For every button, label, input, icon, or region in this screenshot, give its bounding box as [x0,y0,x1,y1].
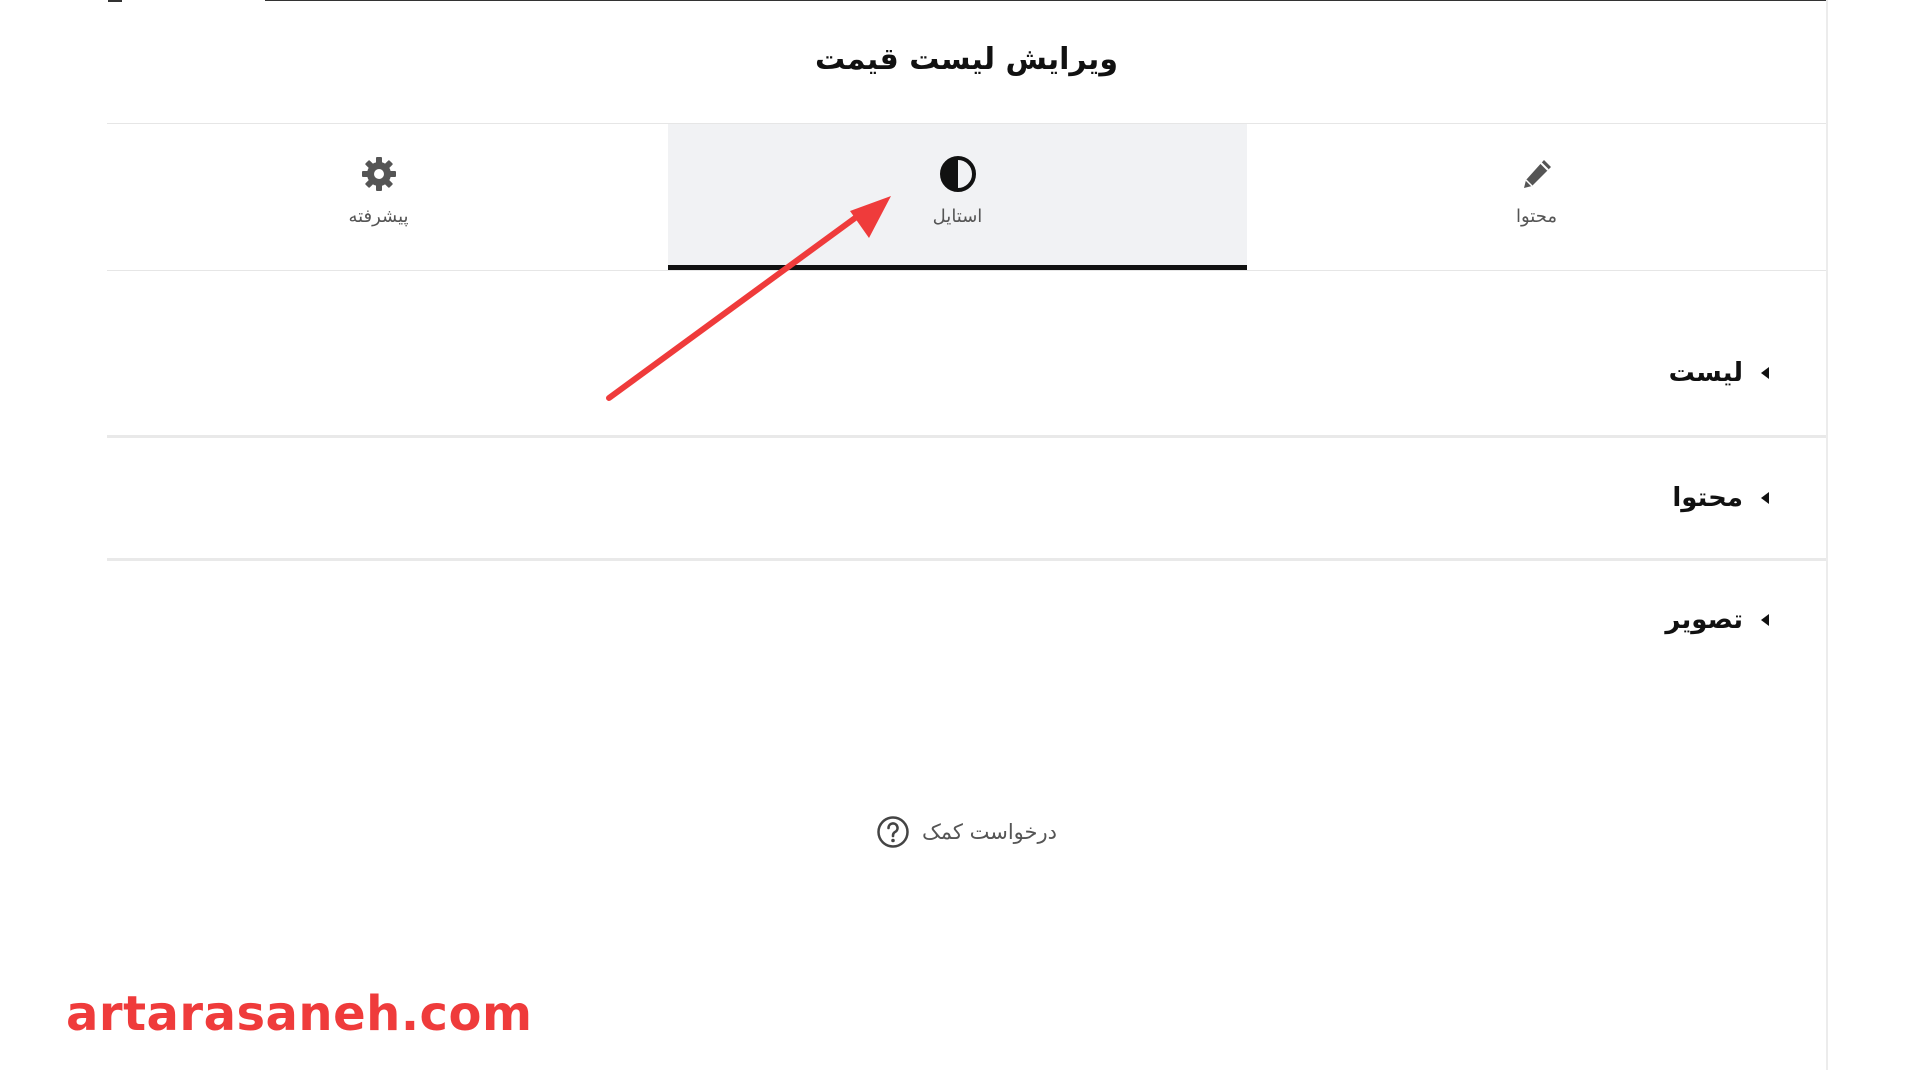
page: ویرایش لیست قیمت محتوا استایل پیشرفته لی… [0,0,1920,1080]
caret-left-icon [1761,614,1769,626]
section-list[interactable]: لیست [107,310,1826,438]
tab-bar: محتوا استایل پیشرفته [107,123,1826,271]
tab-label: پیشرفته [348,206,409,227]
caret-left-icon [1761,366,1769,379]
section-content[interactable]: محتوا [107,437,1826,561]
watermark-text: artarasaneh.com [66,986,533,1042]
section-image[interactable]: تصویر [107,560,1826,680]
tab-content[interactable]: محتوا [1247,124,1826,270]
tab-label: استایل [932,206,983,227]
editor-panel: ویرایش لیست قیمت محتوا استایل پیشرفته لی… [107,0,1826,1070]
question-circle-icon [877,816,909,848]
tab-advanced[interactable]: پیشرفته [89,124,668,270]
caret-left-icon [1761,491,1769,504]
panel-edge [1826,0,1828,1070]
tab-style[interactable]: استایل [668,124,1247,270]
help-label: درخواست کمک [922,820,1057,844]
pencil-icon [1523,160,1551,188]
section-title: تصویر [1665,605,1743,635]
panel-title: ویرایش لیست قیمت [815,42,1118,77]
contrast-icon [939,156,976,192]
section-title: لیست [1668,357,1743,388]
gear-icon [361,157,396,191]
tab-label: محتوا [1516,206,1557,227]
help-area: درخواست کمک [107,815,1826,849]
help-link[interactable]: درخواست کمک [876,815,1057,849]
section-title: محتوا [1672,482,1743,513]
